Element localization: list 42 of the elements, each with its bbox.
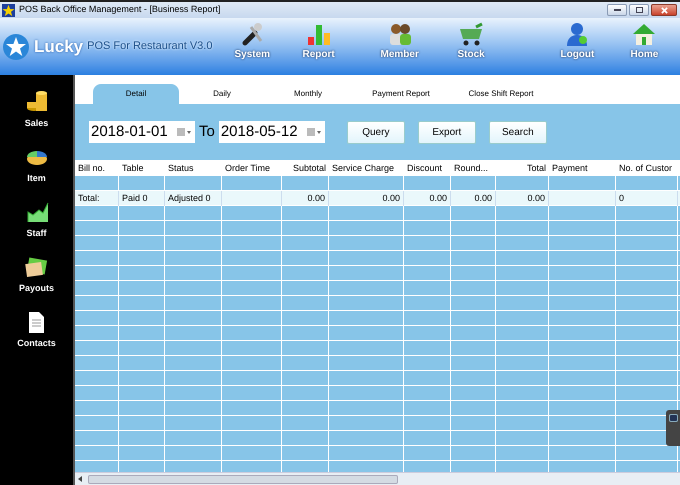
column-header[interactable]: Bill no.: [75, 160, 119, 176]
column-header[interactable]: Payment: [549, 160, 616, 176]
restore-button[interactable]: [629, 4, 649, 16]
app-icon: [2, 4, 15, 16]
date-field[interactable]: 2018-01-01: [89, 121, 195, 143]
sidebar-item[interactable]: Payouts: [18, 255, 54, 301]
horizontal-scrollbar[interactable]: [75, 472, 680, 485]
column-header[interactable]: Order Time: [222, 160, 282, 176]
window-title: POS Back Office Management - [Business Report]: [19, 3, 220, 16]
sidebar-item[interactable]: Sales: [24, 90, 48, 136]
column-header[interactable]: Subtotal: [282, 160, 329, 176]
brand-name: Lucky: [34, 36, 84, 58]
column-header[interactable]: Service Charge: [329, 160, 404, 176]
report-tab[interactable]: Detail: [93, 84, 179, 104]
column-header[interactable]: Status: [165, 160, 222, 176]
close-button[interactable]: [651, 4, 677, 16]
calendar-dropdown-icon[interactable]: [177, 128, 191, 136]
close-icon: [660, 6, 668, 14]
action-button[interactable]: Export: [418, 120, 476, 144]
total-row[interactable]: Total: Paid 0 Adjusted 0 0.00 0.00 0.00 0.00 0.00 0: [75, 191, 680, 206]
coins-icon: [24, 90, 48, 114]
cart-icon: [458, 21, 484, 47]
folder-icon: [24, 255, 48, 279]
column-header[interactable]: Round...: [451, 160, 496, 176]
column-header[interactable]: No. of Custor: [616, 160, 678, 176]
star-logo-icon: [2, 32, 30, 60]
column-header[interactable]: Discount: [404, 160, 451, 176]
side-handle[interactable]: [666, 410, 680, 446]
calendar-dropdown-icon[interactable]: [306, 128, 321, 136]
sidebar-item[interactable]: Staff: [24, 200, 48, 246]
action-button[interactable]: Query: [346, 120, 405, 144]
date-field[interactable]: 2018-05-12: [218, 121, 325, 143]
sidebar-item[interactable]: Item: [24, 145, 48, 191]
product-name: POS For Restaurant V3.0: [87, 39, 212, 54]
home-icon: [631, 21, 658, 47]
to-label: To: [199, 122, 215, 142]
minimize-button[interactable]: [607, 4, 627, 16]
column-header[interactable]: Table: [119, 160, 165, 176]
action-button[interactable]: Search: [488, 120, 547, 144]
area-chart-icon: [24, 200, 48, 224]
sidebar-item[interactable]: Contacts: [17, 310, 56, 356]
column-header[interactable]: Total: [496, 160, 549, 176]
